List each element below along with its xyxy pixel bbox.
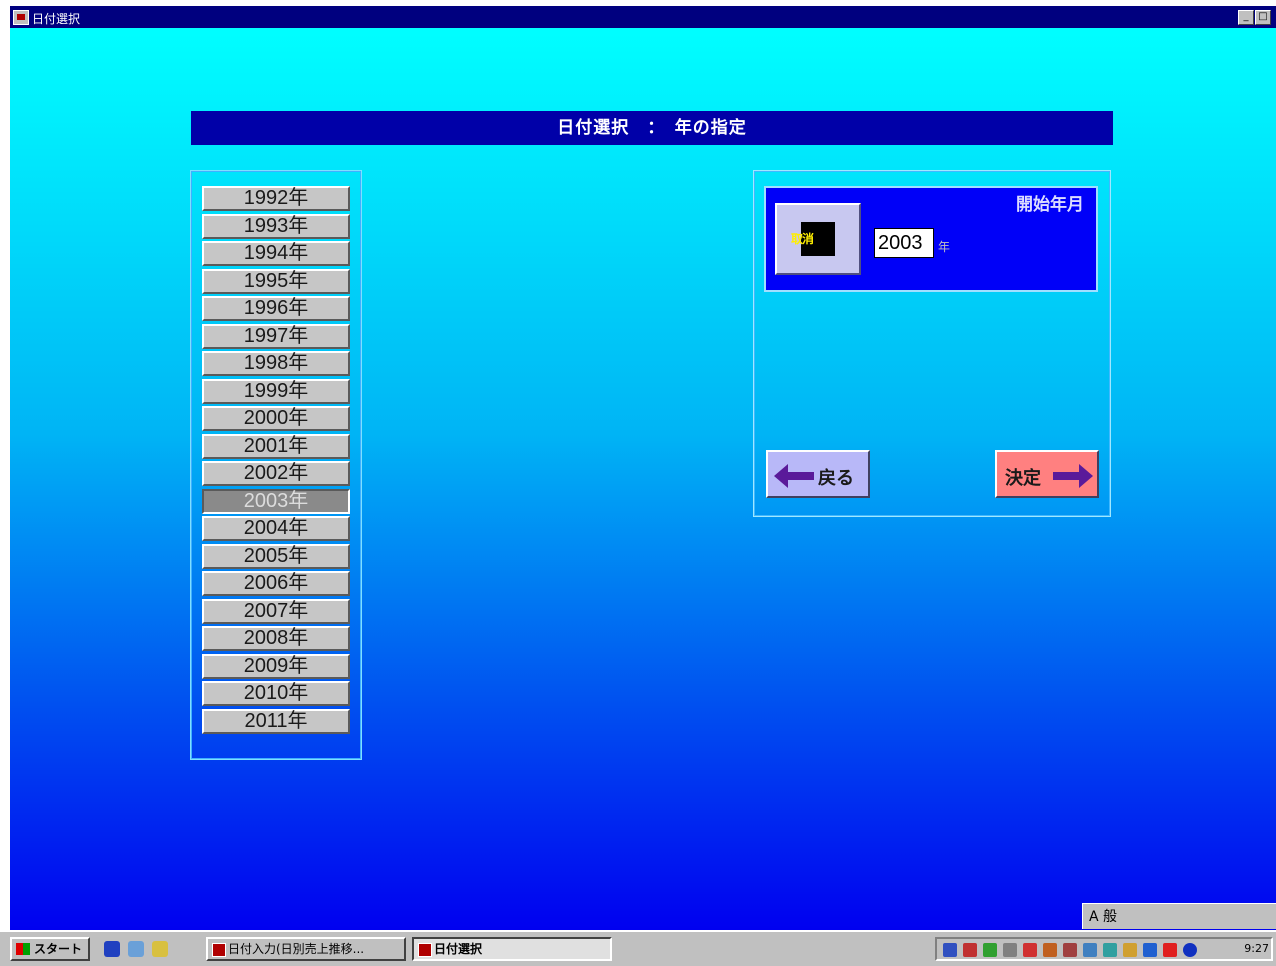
year-item[interactable]: 2004年 — [202, 516, 350, 541]
tray-icon[interactable] — [1023, 943, 1037, 957]
date-control-panel: 開始年月 取消 2003 年 戻る 決定 — [753, 170, 1111, 517]
taskbar-item-date-select[interactable]: 日付選択 — [412, 937, 612, 961]
tray-icon[interactable] — [963, 943, 977, 957]
year-item[interactable]: 2006年 — [202, 571, 350, 596]
system-tray: 9:27 — [935, 937, 1273, 961]
taskbar-item-sales[interactable]: 日付入力(日別売上推移... — [206, 937, 406, 961]
taskbar-item-label: 日付選択 — [434, 942, 483, 956]
year-list-panel: 1992年 1993年 1994年 1995年 1996年 1997年 1998年 1999年… — [190, 170, 362, 760]
tray-icon[interactable] — [1003, 943, 1017, 957]
start-button[interactable]: スタート — [10, 937, 90, 961]
year-item[interactable]: 2008年 — [202, 626, 350, 651]
tray-icon[interactable] — [1103, 943, 1117, 957]
decide-button[interactable]: 決定 — [995, 450, 1099, 498]
tray-icon[interactable] — [1083, 943, 1097, 957]
window-title: 日付選択 — [32, 12, 81, 26]
tray-icon[interactable] — [1123, 943, 1137, 957]
year-item[interactable]: 2000年 — [202, 406, 350, 431]
year-item[interactable]: 2009年 — [202, 653, 350, 679]
year-item[interactable]: 1992年 — [202, 186, 350, 211]
taskbar: スタート 日付入力(日別売上推移... 日付選択 9:27 — [0, 930, 1276, 966]
year-item[interactable]: 2010年 — [202, 681, 350, 706]
decide-label: 決定 — [1005, 468, 1041, 489]
start-label: スタート — [34, 942, 83, 956]
right-arrow-icon — [1053, 464, 1093, 488]
tray-icon[interactable] — [1143, 943, 1157, 957]
tray-icon[interactable] — [943, 943, 957, 957]
year-suffix: 年 — [938, 240, 951, 254]
year-item[interactable]: 2002年 — [202, 461, 350, 486]
year-item[interactable]: 1998年 — [202, 351, 350, 376]
start-date-box: 開始年月 取消 2003 年 — [764, 186, 1098, 292]
clear-label: 取消 — [791, 232, 814, 246]
windows-logo-icon — [16, 943, 30, 955]
year-item[interactable]: 1995年 — [202, 268, 350, 294]
app-icon — [212, 943, 226, 957]
tray-icon[interactable] — [983, 943, 997, 957]
tray-icon[interactable] — [1063, 943, 1077, 957]
app-icon[interactable] — [13, 10, 29, 25]
start-date-label: 開始年月 — [1016, 195, 1084, 215]
outlook-icon[interactable] — [128, 941, 144, 957]
clock: 9:27 — [1244, 942, 1269, 955]
year-item[interactable]: 2003年 — [202, 488, 350, 514]
ime-mode[interactable]: A 般 — [1089, 909, 1117, 925]
app-icon — [418, 943, 432, 957]
back-label: 戻る — [818, 468, 854, 489]
window-title-bar[interactable]: 日付選択 _ □ — [10, 6, 1276, 28]
year-item[interactable]: 2001年 — [202, 433, 350, 459]
tray-icon[interactable] — [1163, 943, 1177, 957]
desktop-icon[interactable] — [152, 941, 168, 957]
page-title: 日付選択 ： 年の指定 — [191, 111, 1113, 145]
ime-toolbar[interactable]: A 般 — [1082, 903, 1276, 929]
taskbar-item-label: 日付入力(日別売上推移... — [228, 942, 365, 956]
year-item[interactable]: 1999年 — [202, 378, 350, 404]
year-item[interactable]: 1993年 — [202, 213, 350, 239]
year-item[interactable]: 1994年 — [202, 241, 350, 266]
minimize-button[interactable]: _ — [1238, 10, 1254, 25]
clear-button[interactable]: 取消 — [775, 203, 861, 275]
year-item[interactable]: 2005年 — [202, 543, 350, 569]
maximize-button[interactable]: □ — [1255, 10, 1271, 25]
tray-icon[interactable] — [1043, 943, 1057, 957]
ie-icon[interactable] — [104, 941, 120, 957]
year-item[interactable]: 2011年 — [202, 708, 350, 734]
year-item[interactable]: 1996年 — [202, 296, 350, 321]
year-input[interactable]: 2003 — [874, 228, 934, 258]
left-arrow-icon — [774, 464, 814, 488]
back-button[interactable]: 戻る — [766, 450, 870, 498]
tray-icon[interactable] — [1183, 943, 1197, 957]
client-area: 日付選択 ： 年の指定 1992年 1993年 1994年 1995年 1996年 199… — [10, 28, 1276, 930]
year-item[interactable]: 1997年 — [202, 323, 350, 349]
year-item[interactable]: 2007年 — [202, 598, 350, 624]
